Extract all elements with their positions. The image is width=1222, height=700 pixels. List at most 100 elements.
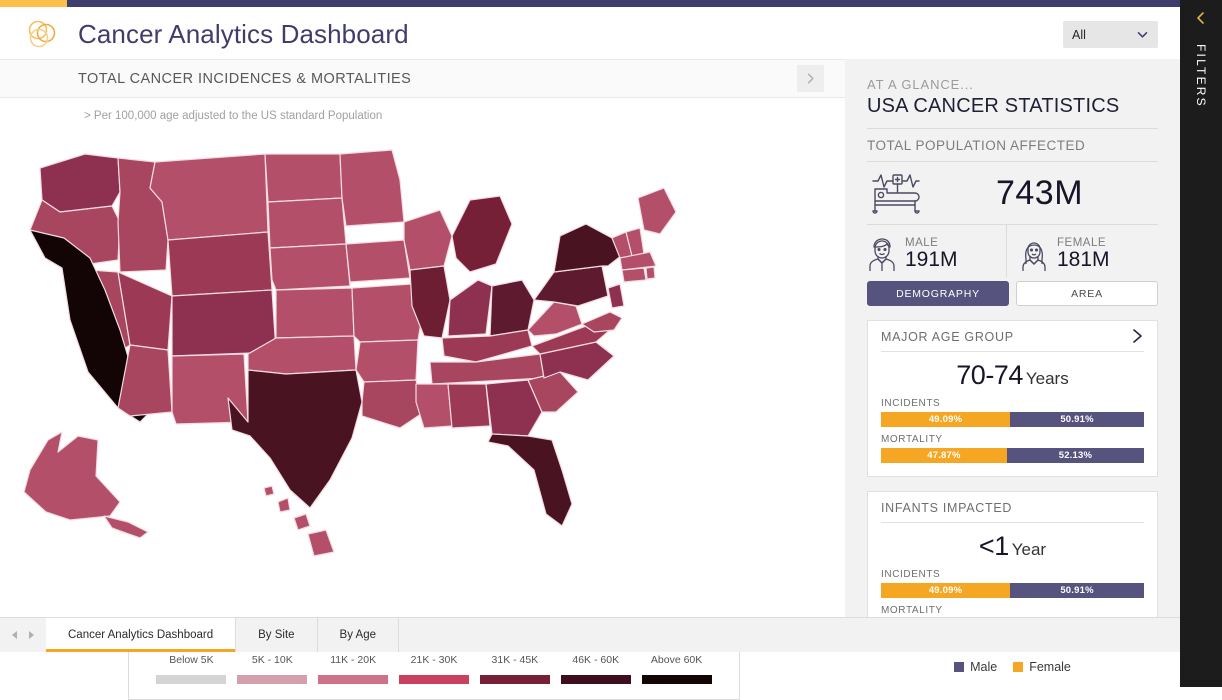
female-person-icon — [1019, 237, 1049, 271]
age-incidents-label: INCIDENTS — [881, 398, 941, 409]
state-fl — [487, 433, 573, 527]
us-choropleth-map[interactable] — [0, 140, 845, 610]
map-subtitle: > Per 100,000 age adjusted to the US sta… — [84, 110, 383, 122]
legend-label: Above 60K — [650, 654, 703, 666]
male-value: 191M — [905, 247, 958, 271]
major-age-group-title: MAJOR AGE GROUP — [881, 330, 1144, 352]
state-hi-2 — [277, 497, 291, 513]
infant-incidents-bar: 49.09% 50.91% — [881, 583, 1144, 598]
state-mi — [451, 195, 513, 273]
state-ct — [621, 267, 647, 283]
map-section-header: TOTAL CANCER INCIDENCES & MORTALITIES — [0, 60, 845, 98]
legend-label: 46K - 60K — [572, 654, 620, 666]
dashboard-header: Cancer Analytics Dashboard All — [0, 7, 1180, 59]
legend-swatch — [641, 675, 712, 684]
legend-swatch — [479, 675, 550, 684]
legend-label: 5K - 10K — [251, 654, 293, 666]
chevron-right-icon — [807, 73, 814, 84]
legend-label: 21K - 30K — [410, 654, 458, 666]
state-ks — [275, 287, 355, 339]
state-mn — [339, 149, 405, 227]
top-accent-bar — [0, 0, 1180, 7]
legend-swatch — [560, 675, 631, 684]
stats-panel: AT A GLANCE... USA CANCER STATISTICS TOT… — [845, 59, 1180, 674]
filters-rail[interactable]: FILTERS — [1180, 0, 1222, 687]
chevron-left-icon[interactable] — [1193, 10, 1209, 26]
legend-item: 21K - 30K — [394, 654, 475, 689]
legend-swatch — [156, 675, 227, 684]
age-range-unit: Years — [1025, 369, 1069, 388]
male-stat-cell: MALE 191M — [867, 225, 1006, 277]
male-person-icon — [867, 237, 897, 271]
legend-item: 11K - 20K — [313, 654, 394, 689]
state-nd — [264, 153, 343, 203]
view-toggle-group: DEMOGRAPHY AREA — [867, 281, 1158, 306]
infant-age-unit: Year — [1011, 540, 1047, 559]
gender-legend: Male Female — [867, 660, 1158, 674]
triangle-right-icon[interactable] — [24, 628, 38, 642]
state-co — [171, 289, 277, 357]
total-population-label: TOTAL POPULATION AFFECTED — [867, 138, 1086, 153]
map-expand-button[interactable] — [797, 65, 824, 92]
state-sd — [267, 197, 347, 249]
state-hi-1 — [263, 485, 275, 497]
page-title: Cancer Analytics Dashboard — [78, 19, 409, 49]
legend-male-label: Male — [970, 660, 998, 674]
infant-incidents-label: INCIDENTS — [881, 569, 941, 580]
stats-heading: USA CANCER STATISTICS — [867, 95, 1120, 117]
age-incidents-female-segment: 49.09% — [881, 412, 1011, 427]
age-range-number: 70-74 — [956, 360, 1023, 390]
legend-label: 31K - 45K — [491, 654, 539, 666]
filter-select[interactable]: All — [1063, 21, 1158, 48]
age-mortality-male-segment: 52.13% — [1006, 448, 1144, 463]
state-mt — [149, 153, 269, 241]
legend-male-swatch — [954, 662, 965, 672]
state-ri — [645, 266, 656, 280]
state-la — [361, 379, 425, 429]
state-ms — [415, 383, 453, 429]
legend-female-label: Female — [1029, 660, 1071, 674]
tab-cancer-analytics-dashboard[interactable]: Cancer Analytics Dashboard — [46, 618, 237, 652]
major-age-group-card: MAJOR AGE GROUP 70-74 Years INCIDENTS 49.… — [867, 320, 1158, 477]
accent-navy-segment — [67, 0, 1180, 7]
state-tx — [227, 369, 363, 509]
state-nj — [607, 283, 625, 309]
age-mortality-bar: 47.87% 52.13% — [881, 448, 1144, 463]
infant-incidents-female-segment: 49.09% — [881, 583, 1011, 598]
hospital-bed-icon — [869, 171, 921, 215]
map-section-title: TOTAL CANCER INCIDENCES & MORTALITIES — [78, 70, 412, 87]
legend-item: Above 60K — [636, 654, 717, 689]
state-ia — [345, 239, 411, 283]
total-population-value: 743M — [995, 173, 1084, 212]
state-al — [447, 383, 491, 429]
age-mortality-label: MORTALITY — [881, 434, 943, 445]
state-wa — [39, 153, 121, 213]
toggle-demography[interactable]: DEMOGRAPHY — [867, 281, 1009, 306]
legend-item: 5K - 10K — [232, 654, 313, 689]
accent-yellow-segment — [0, 0, 67, 7]
triangle-left-icon[interactable] — [8, 628, 22, 642]
state-pa — [533, 265, 609, 307]
state-ny — [553, 223, 627, 273]
state-wi — [403, 209, 453, 271]
legend-item: 31K - 45K — [474, 654, 555, 689]
legend-label: Below 5K — [169, 654, 214, 666]
legend-female-swatch — [1013, 662, 1024, 672]
tab-by-site[interactable]: By Site — [236, 618, 318, 652]
filter-select-value: All — [1072, 27, 1086, 42]
toggle-area[interactable]: AREA — [1016, 281, 1158, 306]
three-rings-logo-icon — [24, 17, 64, 51]
dashboard-canvas: Cancer Analytics Dashboard All TOTAL CAN… — [0, 7, 1180, 700]
tab-by-age[interactable]: By Age — [317, 618, 399, 652]
state-in — [447, 279, 493, 337]
state-hi-3 — [293, 513, 311, 531]
infant-incidents-male-segment: 50.91% — [1010, 583, 1144, 598]
state-ne — [269, 243, 351, 291]
legend-item: 46K - 60K — [555, 654, 636, 689]
chevron-right-icon[interactable] — [1128, 327, 1146, 345]
state-oh — [489, 279, 535, 337]
female-value: 181M — [1057, 247, 1110, 271]
total-population-row: 743M — [867, 162, 1158, 224]
map-legend-items: Below 5K 5K - 10K 11K - 20K 21K - 30K 31… — [129, 654, 739, 689]
legend-swatch — [237, 675, 308, 684]
